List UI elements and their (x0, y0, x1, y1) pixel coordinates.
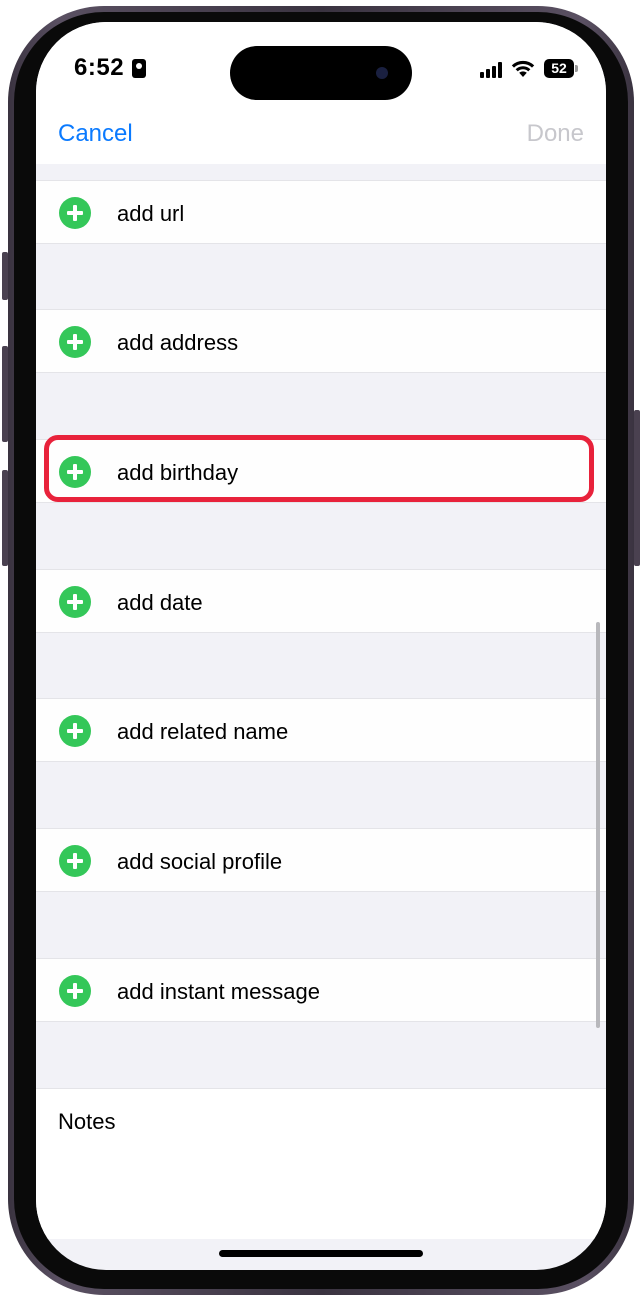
scroll-indicator[interactable] (596, 622, 600, 1028)
add-social-profile-row[interactable]: add social profile (36, 828, 606, 892)
id-badge-icon (132, 59, 146, 78)
volume-down-button (2, 470, 8, 566)
add-social-profile-label: add social profile (117, 849, 283, 874)
notes-label: Notes (58, 1109, 116, 1134)
done-button[interactable]: Done (527, 120, 584, 148)
volume-up-button (2, 346, 8, 442)
battery-icon: 52 (544, 59, 574, 78)
front-camera (376, 67, 388, 79)
nav-bar: Cancel Done (36, 118, 606, 164)
add-circle-icon[interactable] (59, 197, 91, 229)
add-circle-icon[interactable] (59, 975, 91, 1007)
home-indicator[interactable] (219, 1250, 423, 1257)
cancel-button[interactable]: Cancel (58, 120, 133, 148)
add-address-label: add address (117, 330, 239, 355)
add-url-label: add url (117, 201, 185, 226)
birthday-highlight-box (44, 435, 594, 502)
add-url-row[interactable]: add url (36, 180, 606, 244)
add-related-name-label: add related name (117, 719, 289, 744)
battery-nub (575, 65, 578, 72)
add-instant-message-label: add instant message (117, 979, 321, 1004)
add-circle-icon[interactable] (59, 845, 91, 877)
screen: 6:52 52 Cancel Done add url add address … (36, 22, 606, 1270)
power-button (634, 410, 640, 566)
add-circle-icon[interactable] (59, 326, 91, 358)
cellular-signal-icon (480, 62, 504, 78)
add-date-row[interactable]: add date (36, 569, 606, 633)
status-time: 6:52 (74, 54, 125, 81)
action-button (2, 252, 8, 300)
add-circle-icon[interactable] (59, 586, 91, 618)
add-instant-message-row[interactable]: add instant message (36, 958, 606, 1022)
add-circle-icon[interactable] (59, 715, 91, 747)
add-related-name-row[interactable]: add related name (36, 698, 606, 762)
status-bar: 6:52 52 (36, 22, 606, 118)
add-date-label: add date (117, 590, 203, 615)
add-address-row[interactable]: add address (36, 309, 606, 373)
wifi-icon (511, 60, 535, 77)
notes-field[interactable]: Notes (36, 1088, 606, 1239)
